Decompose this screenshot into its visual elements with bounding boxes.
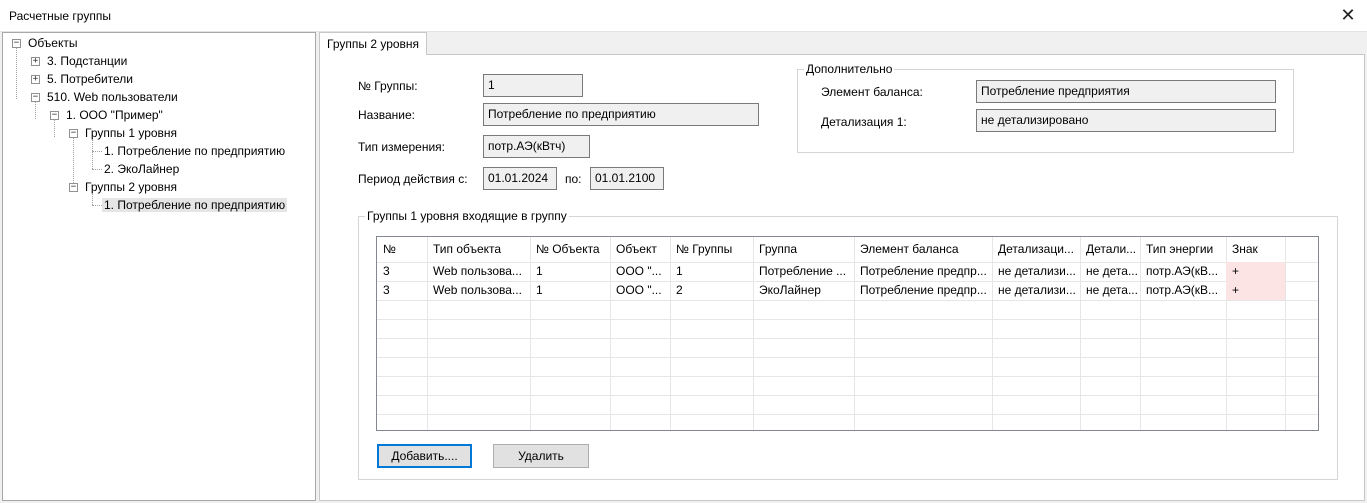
period-from-label: Период действия с: [358,172,468,186]
measure-type-label: Тип измерения: [358,140,445,154]
table-cell: Потребление предпр... [860,283,987,297]
window-title: Расчетные группы [9,9,111,23]
column-header[interactable]: Знак [1226,237,1285,262]
tree-node-label: Группы 2 уровня [85,180,178,194]
included-groups-title: Группы 1 уровня входящие в группу [365,209,569,223]
table-cell: Web пользова... [433,264,522,278]
tree-node-consumers[interactable]: + 5. Потребители [31,71,135,88]
name-label: Название: [358,108,415,122]
grid-row-line [377,414,1318,415]
period-to-label: по: [565,172,582,186]
additional-title: Дополнительно [804,62,895,76]
group-no-field[interactable]: 1 [483,74,583,97]
column-header[interactable]: Тип объекта [427,237,530,262]
grid-row-line [377,338,1318,339]
tree-node-label: 1. ООО "Пример" [66,108,163,122]
tree-connector [92,151,102,152]
collapse-icon[interactable]: − [69,183,78,192]
table-cell: Web пользова... [433,283,522,297]
tree-node-l1-ecoliner[interactable]: 2. ЭкоЛайнер [102,161,181,178]
table-cell: не детализи... [998,283,1076,297]
table-cell: не детализи... [998,264,1076,278]
included-groups-grid[interactable]: № Тип объекта № Объекта Объект № Группы Групп… [376,236,1319,431]
period-from-field[interactable]: 01.01.2024 [483,167,557,190]
table-cell: ООО "... [616,264,662,278]
collapse-icon[interactable]: − [50,111,59,120]
column-header[interactable]: Тип энергии [1140,237,1226,262]
tree-connector [92,205,102,206]
tree-node-label: 510. Web пользователи [47,90,178,104]
table-cell: потр.АЭ(кВ... [1146,264,1219,278]
expand-icon[interactable]: + [31,57,40,66]
tree-node-label: Группы 1 уровня [85,126,178,140]
tree-node-label: 2. ЭкоЛайнер [104,162,180,176]
grid-column-divider[interactable] [1285,237,1286,430]
tab-strip: Группы 2 уровня [319,32,1365,55]
collapse-icon[interactable]: − [69,129,78,138]
tab-groups-level2[interactable]: Группы 2 уровня [319,32,428,55]
group-no-label: № Группы: [358,79,418,93]
column-header[interactable]: Группа [753,237,854,262]
objects-tree[interactable]: − Объекты + 3. Подстанции + 5. Потребите… [2,32,316,501]
table-cell: Потребление предпр... [860,264,987,278]
column-header[interactable]: Детали... [1080,237,1140,262]
column-header[interactable]: № Объекта [530,237,610,262]
table-cell: не дета... [1086,264,1138,278]
tree-node-objects[interactable]: − Объекты [12,35,80,52]
tree-node-groups-level2[interactable]: − Группы 2 уровня [69,179,179,196]
title-bar: Расчетные группы ✕ [0,0,1367,32]
delete-button[interactable]: Удалить [493,444,589,468]
tree-node-label: 1. Потребление по предприятию [104,144,286,158]
tree-node-label: Объекты [28,36,78,50]
tree-node-label: 1. Потребление по предприятию [102,198,288,212]
table-cell: Потребление ... [759,264,847,278]
tree-connector [16,47,17,99]
table-cell: 1 [676,264,683,278]
tree-node-company[interactable]: − 1. ООО "Пример" [50,107,165,124]
name-field[interactable]: Потребление по предприятию [483,103,759,126]
detail-field[interactable]: не детализировано [976,109,1276,132]
column-header[interactable]: Детализаци... [992,237,1080,262]
column-header[interactable]: № Группы [670,237,753,262]
table-cell: 1 [536,283,543,297]
table-cell: 3 [383,283,390,297]
table-cell: + [1226,281,1285,300]
collapse-icon[interactable]: − [12,39,21,48]
grid-row-line [377,300,1318,301]
tree-node-label: 3. Подстанции [47,54,128,68]
table-cell: потр.АЭ(кВ... [1146,283,1219,297]
grid-row-line [377,395,1318,396]
expand-icon[interactable]: + [31,75,40,84]
table-cell: 1 [536,264,543,278]
column-header[interactable]: Объект [610,237,670,262]
table-cell: 2 [676,283,683,297]
table-cell: ЭкоЛайнер [759,283,821,297]
tree-node-web-users[interactable]: − 510. Web пользователи [31,89,180,106]
grid-row-line [377,357,1318,358]
tree-connector [92,169,102,170]
tree-node-l1-consumption[interactable]: 1. Потребление по предприятию [102,143,287,160]
balance-element-label: Элемент баланса: [821,85,923,99]
table-cell: ООО "... [616,283,662,297]
table-cell: 3 [383,264,390,278]
table-cell: + [1226,262,1285,281]
tree-node-l2-consumption[interactable]: 1. Потребление по предприятию [102,197,288,214]
detail-label: Детализация 1: [821,115,907,129]
measure-type-field[interactable]: потр.АЭ(кВтч) [483,135,590,158]
add-button[interactable]: Добавить.... [377,444,472,468]
tree-node-label: 5. Потребители [47,72,134,86]
balance-element-field[interactable]: Потребление предприятия [976,80,1276,103]
table-cell: не дета... [1086,283,1138,297]
tree-node-groups-level1[interactable]: − Группы 1 уровня [69,125,179,142]
tree-node-substations[interactable]: + 3. Подстанции [31,53,129,70]
grid-row-line [377,319,1318,320]
collapse-icon[interactable]: − [31,93,40,102]
period-to-field[interactable]: 01.01.2100 [590,167,664,190]
close-icon[interactable]: ✕ [1337,4,1359,26]
grid-row-line [377,376,1318,377]
column-header[interactable]: Элемент баланса [854,237,992,262]
column-header[interactable]: № [377,237,427,262]
